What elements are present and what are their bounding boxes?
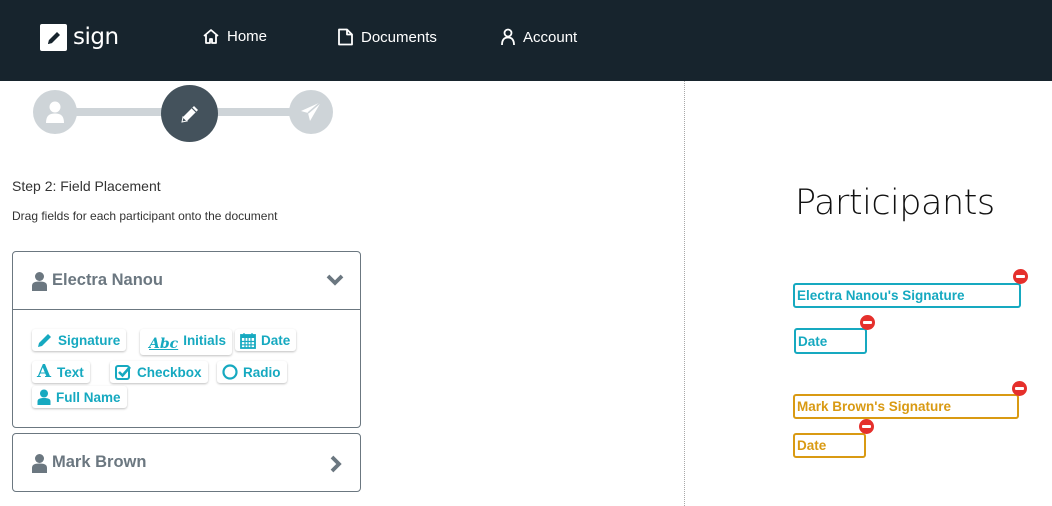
pencil-logo-icon xyxy=(40,24,67,51)
remove-icon[interactable] xyxy=(860,315,875,330)
placed-field-mark-signature[interactable]: Mark Brown's Signature xyxy=(793,394,1019,419)
navbar: sign Home Documents Account xyxy=(0,0,1052,81)
field-radio-button[interactable]: Radio xyxy=(217,361,287,383)
chevron-down-icon[interactable] xyxy=(326,273,344,286)
paper-plane-icon xyxy=(301,101,322,121)
field-label: Initials xyxy=(183,332,226,348)
field-label: Date xyxy=(261,332,291,348)
placed-field-electra-signature[interactable]: Electra Nanou's Signature xyxy=(793,283,1021,308)
placed-field-label: Mark Brown's Signature xyxy=(797,399,951,414)
nav-account-label: Account xyxy=(523,28,578,46)
field-label: Radio xyxy=(243,364,281,380)
pencil-icon xyxy=(180,105,198,123)
remove-icon[interactable] xyxy=(1012,381,1027,396)
step-participants[interactable] xyxy=(33,90,77,134)
nav-documents[interactable]: Documents xyxy=(337,28,437,46)
user-icon xyxy=(32,453,47,473)
remove-icon[interactable] xyxy=(1013,269,1028,284)
home-icon xyxy=(203,29,219,44)
document-icon xyxy=(338,28,353,46)
field-date-button[interactable]: Date xyxy=(235,329,297,351)
user-icon xyxy=(32,271,47,291)
field-signature-button[interactable]: Signature xyxy=(32,329,127,351)
checkbox-icon xyxy=(115,365,131,380)
field-full-name-button[interactable]: Full Name xyxy=(32,386,127,408)
placed-field-label: Electra Nanou's Signature xyxy=(797,288,965,303)
progress-stepper xyxy=(33,82,333,144)
step-title: Step 2: Field Placement xyxy=(12,178,161,194)
placed-field-label: Date xyxy=(797,438,827,453)
radio-icon xyxy=(222,364,238,380)
field-label: Signature xyxy=(58,332,121,348)
field-checkbox-button[interactable]: Checkbox xyxy=(110,361,208,383)
placed-field-label: Date xyxy=(798,333,828,349)
user-icon xyxy=(501,28,515,46)
participant-panel-header[interactable]: Mark Brown xyxy=(13,434,360,491)
step-send[interactable] xyxy=(289,90,333,134)
calendar-icon xyxy=(240,332,256,349)
participant-panel-header[interactable]: Electra Nanou xyxy=(13,252,360,309)
participant-panel-electra: Electra Nanou Signature Abc Initials Dat… xyxy=(12,251,361,428)
nav-account[interactable]: Account xyxy=(500,28,577,46)
abc-icon: Abc xyxy=(149,336,179,352)
nav-documents-label: Documents xyxy=(361,28,437,46)
user-icon xyxy=(46,101,64,123)
field-text-button[interactable]: A Text xyxy=(32,361,90,383)
placed-field-mark-date[interactable]: Date xyxy=(793,433,866,458)
logo[interactable]: sign xyxy=(40,24,119,51)
text-icon: A xyxy=(37,361,51,382)
chevron-right-icon[interactable] xyxy=(329,455,342,473)
field-palette: Signature Abc Initials Date A Text Check… xyxy=(13,309,360,427)
participant-panel-mark: Mark Brown xyxy=(12,433,361,492)
participant-name: Electra Nanou xyxy=(52,271,163,289)
step-connector xyxy=(73,108,165,116)
step-field-placement[interactable] xyxy=(161,85,218,142)
document-title: Participants xyxy=(795,183,995,223)
field-label: Full Name xyxy=(56,389,121,405)
placed-field-electra-date[interactable]: Date xyxy=(794,328,867,354)
field-initials-button[interactable]: Abc Initials xyxy=(140,329,232,355)
field-label: Text xyxy=(56,364,84,380)
remove-icon[interactable] xyxy=(859,419,874,434)
participant-name: Mark Brown xyxy=(52,453,147,471)
panel-divider xyxy=(684,81,685,506)
user-icon xyxy=(37,389,51,405)
nav-home-label: Home xyxy=(227,28,268,45)
step-connector xyxy=(215,108,295,116)
step-subtitle: Drag fields for each participant onto th… xyxy=(12,209,278,223)
pencil-icon xyxy=(38,334,51,347)
field-label: Checkbox xyxy=(137,364,202,380)
logo-text: sign xyxy=(73,24,119,50)
nav-home[interactable]: Home xyxy=(202,28,267,45)
